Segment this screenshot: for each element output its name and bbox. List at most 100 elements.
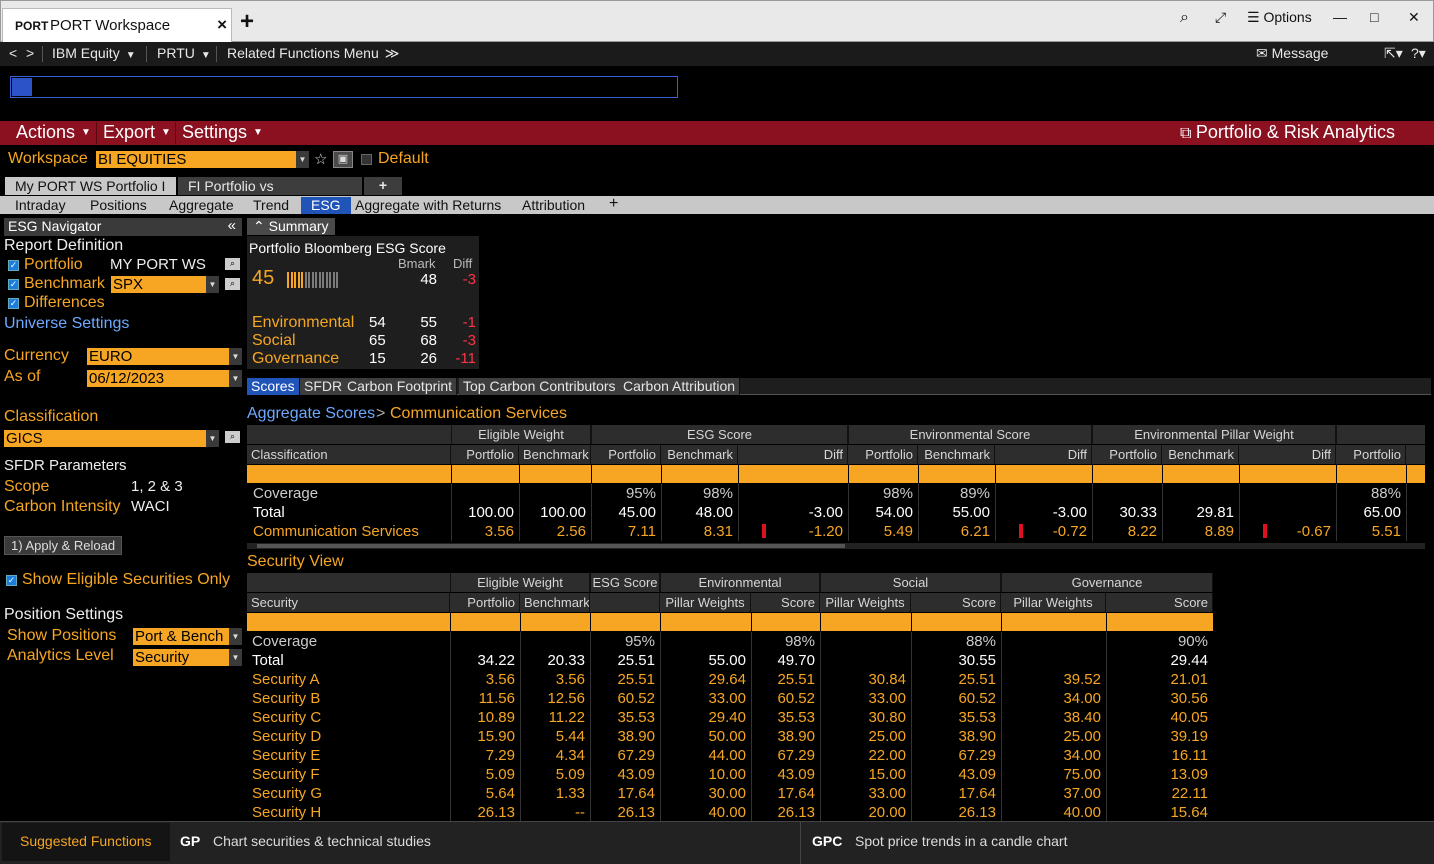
chevron-down-icon[interactable]: ▼ [206, 276, 219, 293]
apply-reload-button[interactable]: 1) Apply & Reload [4, 536, 123, 555]
column-header[interactable]: Pillar Weights [660, 593, 751, 612]
column-header[interactable]: Benchmark [1162, 445, 1239, 464]
filter-row[interactable] [247, 465, 1425, 483]
column-header[interactable]: Diff [995, 445, 1092, 464]
settings-menu[interactable]: Settings ▼ [174, 122, 263, 142]
close-tab-icon[interactable]: × [217, 15, 227, 35]
scrollbar-thumb[interactable] [257, 544, 845, 548]
command-input[interactable] [10, 76, 678, 98]
export-window-icon[interactable]: ⇱▾ [1384, 45, 1403, 62]
horizontal-scrollbar[interactable] [247, 543, 1425, 549]
tab-top-carbon-contributors[interactable]: Top Carbon Contributors [459, 378, 621, 395]
tab-esg[interactable]: ESG [301, 197, 351, 214]
tab-sfdr[interactable]: SFDR [300, 378, 348, 395]
classification-select[interactable]: GICS [4, 430, 206, 447]
show-positions-select[interactable]: Port & Bench [133, 628, 229, 645]
benchmark-lookup-icon[interactable]: ⌕ [225, 278, 240, 290]
column-header[interactable]: Score [751, 593, 820, 612]
carbon-intensity-value[interactable]: WACI [131, 498, 170, 515]
universe-settings-link[interactable]: Universe Settings [4, 315, 129, 333]
close-window-button[interactable]: ✕ [1408, 9, 1420, 26]
back-button[interactable]: < [9, 45, 17, 61]
column-header[interactable]: Security [247, 593, 450, 612]
tab-intraday[interactable]: Intraday [15, 197, 66, 213]
column-header[interactable]: Portfolio [1092, 445, 1162, 464]
function-dropdown[interactable]: PRTU ▼ [157, 45, 211, 61]
column-header[interactable]: Benchmark [661, 445, 738, 464]
benchmark-select[interactable]: SPX [111, 276, 206, 293]
options-menu[interactable]: ☰ Options [1247, 9, 1312, 26]
chevron-down-icon[interactable]: ▼ [229, 628, 242, 645]
analytics-level-select[interactable]: Security [133, 649, 229, 666]
tab-my-port-ws[interactable]: My PORT WS Portfolio I [5, 177, 176, 195]
table-row-label[interactable]: Security F [252, 765, 447, 784]
column-header[interactable]: Portfolio [450, 593, 520, 612]
table-row-label[interactable]: Security G [252, 784, 447, 803]
table-row-label[interactable]: Security B [252, 689, 447, 708]
column-header[interactable]: Diff [1239, 445, 1336, 464]
classification-lookup-icon[interactable]: ⌕ [225, 431, 240, 443]
export-menu[interactable]: Export ▼ [95, 122, 171, 142]
column-header[interactable]: Pillar Weights [1001, 593, 1106, 612]
security-dropdown[interactable]: IBM Equity ▼ [52, 45, 136, 61]
column-header[interactable]: Score [1106, 593, 1213, 612]
message-button[interactable]: ✉ Message [1256, 45, 1328, 62]
star-icon[interactable]: ☆ [314, 150, 327, 168]
portfolio-lookup-icon[interactable]: ⌕ [225, 258, 240, 270]
breadcrumb-root[interactable]: Aggregate Scores [247, 405, 375, 423]
differences-checkbox[interactable]: ✓ [8, 298, 19, 309]
table-row-label[interactable]: Security C [252, 708, 447, 727]
workspace-tab[interactable]: PORT PORT Workspace × [2, 8, 232, 42]
gp-function-desc[interactable]: Chart securities & technical studies [213, 833, 431, 849]
table-row-label[interactable]: Security H [252, 803, 447, 821]
table-row-label[interactable]: Security A [252, 670, 447, 689]
chevron-down-icon[interactable]: ▼ [296, 151, 309, 168]
table-row-label[interactable]: Security D [252, 727, 447, 746]
column-header[interactable]: Diff [738, 445, 848, 464]
portfolio-checkbox[interactable]: ✓ [8, 260, 19, 271]
add-view-button[interactable]: + [609, 195, 618, 213]
column-header[interactable] [590, 593, 660, 612]
tab-aggregate[interactable]: Aggregate [169, 197, 234, 213]
new-tab-button[interactable]: + [240, 10, 254, 34]
column-header[interactable]: Be [1406, 445, 1425, 464]
chevron-down-icon[interactable]: ▼ [206, 430, 219, 447]
gp-function-code[interactable]: GP [180, 833, 200, 849]
tab-carbon-footprint[interactable]: Carbon Footprint [343, 378, 458, 395]
minimize-button[interactable]: — [1333, 9, 1347, 25]
chevron-down-icon[interactable]: ▼ [229, 348, 242, 365]
benchmark-checkbox[interactable]: ✓ [8, 279, 19, 290]
calendar-icon[interactable]: ▼ [229, 370, 242, 387]
workspace-select[interactable]: BI EQUITIES [96, 151, 296, 168]
column-header[interactable]: Score [911, 593, 1001, 612]
currency-select[interactable]: EURO [87, 348, 229, 365]
table-row-label[interactable]: Security E [252, 746, 447, 765]
column-header[interactable]: Benchmark [918, 445, 995, 464]
tab-carbon-attribution[interactable]: Carbon Attribution [619, 378, 741, 395]
fullscreen-icon[interactable]: ⤢ [1215, 9, 1226, 26]
column-header[interactable]: Portfolio [1336, 445, 1406, 464]
gpc-function-desc[interactable]: Spot price trends in a candle chart [855, 833, 1067, 849]
actions-menu[interactable]: Actions ▼ [8, 122, 91, 142]
tab-attribution[interactable]: Attribution [522, 197, 585, 213]
column-header[interactable]: Classification [247, 445, 451, 464]
tab-trend[interactable]: Trend [253, 197, 289, 213]
eligible-only-checkbox[interactable]: ✓ [6, 575, 17, 586]
add-tab-button[interactable]: + [364, 177, 402, 195]
default-checkbox[interactable] [361, 154, 372, 165]
asof-date-field[interactable]: 06/12/2023 [87, 370, 229, 387]
search-zoom-icon[interactable]: ⌕ [1180, 9, 1189, 27]
help-icon[interactable]: ?▾ [1411, 45, 1426, 62]
tab-aggregate-with-returns[interactable]: Aggregate with Returns [355, 197, 501, 213]
column-header[interactable]: Pillar Weights [820, 593, 911, 612]
column-header[interactable]: Benchmark [520, 593, 590, 612]
column-header[interactable]: Benchmark [519, 445, 591, 464]
summary-toggle[interactable]: ⌃ Summary [247, 218, 335, 235]
collapse-icon[interactable]: « [228, 217, 236, 234]
tab-scores[interactable]: Scores [247, 378, 300, 395]
column-header[interactable]: Portfolio [591, 445, 661, 464]
save-icon[interactable]: ▣ [333, 151, 353, 168]
column-header[interactable]: Portfolio [848, 445, 918, 464]
forward-button[interactable]: > [26, 45, 34, 61]
gpc-function-code[interactable]: GPC [812, 833, 842, 849]
